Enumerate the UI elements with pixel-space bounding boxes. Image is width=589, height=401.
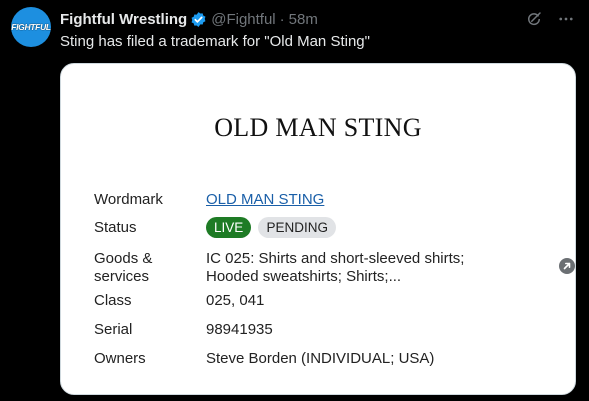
card-title: OLD MAN STING [214,113,422,142]
separator-dot: · [279,10,285,28]
value-serial: 98941935 [206,321,273,338]
value-goods-services: IC 025: Shirts and short-sleeved shirts;… [206,250,465,285]
tweet-actions [525,10,575,28]
timestamp[interactable]: 58m [289,11,318,28]
value-wordmark: OLD MAN STING [206,191,515,209]
value-owners: Steve Borden (INDIVIDUAL; USA) [206,350,435,367]
label-serial: Serial [94,321,133,338]
label-status: Status [94,219,137,236]
more-icon[interactable] [557,10,575,28]
label-goods-services: Goods & services [94,250,153,285]
label-class: Class [94,292,132,309]
expand-arrow-icon[interactable] [559,258,575,274]
value-status: LIVE PENDING [206,217,515,238]
status-badge-live: LIVE [206,217,252,238]
wordmark-link[interactable]: OLD MAN STING [206,191,324,208]
verified-badge-icon [191,11,206,27]
status-badge-pending: PENDING [258,217,336,238]
grok-icon[interactable] [525,10,543,28]
author-handle[interactable]: @Fightful [211,11,275,28]
avatar[interactable]: FIGHTFUL [11,7,51,47]
avatar-logo-text: FIGHTFUL [11,22,51,32]
label-owners: Owners [94,350,146,367]
label-wordmark: Wordmark [94,191,163,208]
value-class: 025, 041 [206,292,265,309]
tweet-header: Fightful Wrestling @Fightful · 58m [60,9,318,29]
tweet-text: Sting has filed a trademark for "Old Man… [60,33,370,50]
trademark-card[interactable]: OLD MAN STING Wordmark OLD MAN STING Sta… [60,63,576,395]
author-name[interactable]: Fightful Wrestling [60,11,187,28]
